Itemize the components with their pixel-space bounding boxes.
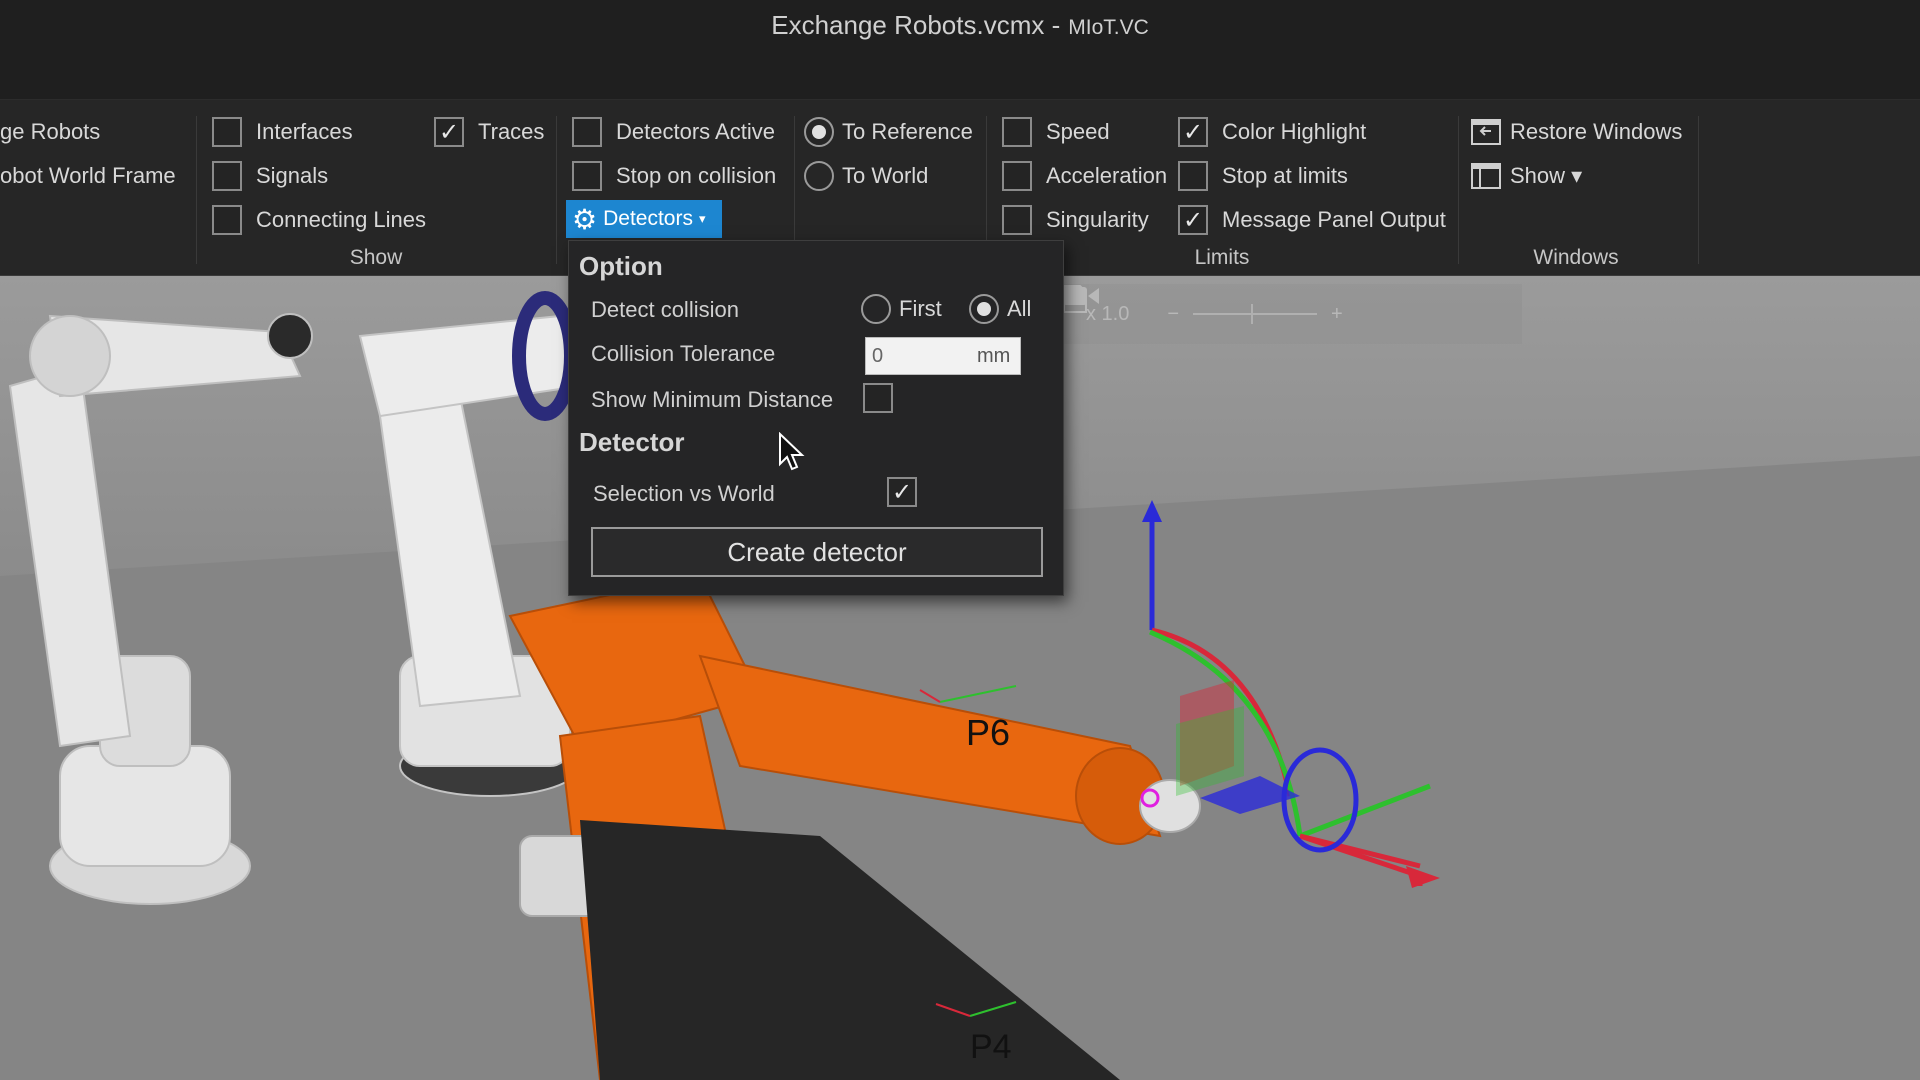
document-title: Exchange Robots.vcmx - — [771, 10, 1061, 40]
stop-on-collision-label: Stop on collision — [616, 163, 777, 188]
stop-at-limits-checkbox[interactable]: Stop at limits — [1178, 158, 1348, 194]
detector-heading: Detector — [579, 427, 685, 457]
connecting-lines-checkbox[interactable]: Connecting Lines — [212, 202, 426, 238]
traces-label: Traces — [478, 119, 545, 144]
ribbon-separator — [556, 116, 557, 264]
exchange-robots-item[interactable]: ge Robots — [0, 114, 100, 150]
zoom-slider-thumb[interactable] — [1251, 304, 1254, 324]
to-world-label: To World — [842, 163, 929, 188]
traces-checkbox[interactable]: ✓ Traces — [434, 114, 544, 150]
robot-world-frame-item[interactable]: obot World Frame — [0, 158, 176, 194]
stop-on-collision-checkbox[interactable]: Stop on collision — [572, 158, 776, 194]
zoom-in-button[interactable]: + — [1331, 303, 1343, 326]
signals-checkbox[interactable]: Signals — [212, 158, 328, 194]
signals-label: Signals — [256, 163, 329, 188]
detect-all-radio-dot[interactable] — [969, 294, 999, 324]
point-label-p6: P6 — [966, 712, 1011, 753]
app-name: MIoT.VC — [1068, 16, 1149, 39]
connecting-lines-label: Connecting Lines — [256, 207, 427, 232]
message-panel-output-checkbox[interactable]: ✓ Message Panel Output — [1178, 202, 1446, 238]
detectors-dropdown-button[interactable]: ⚙ Detectors ▾ — [566, 200, 722, 238]
interfaces-checkbox-box[interactable] — [212, 117, 242, 147]
speed-label: Speed — [1046, 119, 1110, 144]
option-heading: Option — [579, 251, 663, 281]
singularity-checkbox[interactable]: Singularity — [1002, 202, 1149, 238]
acceleration-label: Acceleration — [1046, 163, 1168, 188]
selection-vs-world-checkbox[interactable]: ✓ — [887, 477, 917, 507]
speed-checkbox[interactable]: Speed — [1002, 114, 1110, 150]
ribbon-separator — [196, 116, 197, 264]
detectors-active-label: Detectors Active — [616, 119, 775, 144]
message-panel-output-label: Message Panel Output — [1222, 207, 1446, 232]
show-windows-icon — [1470, 162, 1502, 190]
to-world-radio[interactable]: To World — [804, 158, 928, 194]
interfaces-checkbox[interactable]: Interfaces — [212, 114, 353, 150]
mouse-cursor-icon — [778, 431, 806, 477]
detect-first-radio[interactable]: First — [861, 291, 942, 327]
detect-first-radio-dot[interactable] — [861, 294, 891, 324]
detectors-popup: Option Detect collision First All Collis… — [568, 240, 1064, 596]
zoom-out-button[interactable]: − — [1167, 303, 1179, 326]
detectors-dropdown-label: Detectors — [603, 207, 693, 230]
message-panel-output-checkbox-box[interactable]: ✓ — [1178, 205, 1208, 235]
show-minimum-distance-checkbox[interactable] — [863, 383, 893, 413]
stop-on-collision-checkbox-box[interactable] — [572, 161, 602, 191]
restore-windows-label: Restore Windows — [1510, 119, 1683, 144]
ribbon-separator — [1698, 116, 1699, 264]
detect-all-label: All — [1007, 296, 1032, 321]
stop-at-limits-checkbox-box[interactable] — [1178, 161, 1208, 191]
detect-all-radio[interactable]: All — [969, 291, 1031, 327]
gear-icon: ⚙ — [572, 203, 598, 235]
detectors-active-checkbox[interactable]: Detectors Active — [572, 114, 775, 150]
chevron-down-icon: ▾ — [698, 211, 706, 226]
detect-collision-label: Detect collision — [591, 297, 739, 322]
ribbon-separator — [1458, 116, 1459, 264]
robot-world-frame-label: obot World Frame — [0, 163, 176, 188]
detectors-active-checkbox-box[interactable] — [572, 117, 602, 147]
color-highlight-checkbox-box[interactable]: ✓ — [1178, 117, 1208, 147]
color-highlight-label: Color Highlight — [1222, 119, 1367, 144]
show-group-label: Show — [349, 246, 403, 269]
window-title: Exchange Robots.vcmx - MIoT.VC — [0, 10, 1920, 41]
to-reference-label: To Reference — [842, 119, 973, 144]
zoom-slider[interactable] — [1193, 304, 1318, 324]
show-windows-label: Show ▾ — [1510, 163, 1583, 188]
acceleration-checkbox[interactable]: Acceleration — [1002, 158, 1167, 194]
singularity-label: Singularity — [1046, 207, 1149, 232]
selection-vs-world-label: Selection vs World — [593, 481, 775, 506]
point-label-p4: P4 — [970, 1028, 1012, 1066]
restore-windows-button[interactable]: Restore Windows — [1470, 114, 1682, 150]
color-highlight-checkbox[interactable]: ✓ Color Highlight — [1178, 114, 1366, 150]
singularity-checkbox-box[interactable] — [1002, 205, 1032, 235]
viewport-toolbar: x 1.0 − + — [1062, 284, 1522, 344]
limits-group-label: Limits — [1194, 246, 1250, 269]
acceleration-checkbox-box[interactable] — [1002, 161, 1032, 191]
stop-at-limits-label: Stop at limits — [1222, 163, 1348, 188]
speed-checkbox-box[interactable] — [1002, 117, 1032, 147]
interfaces-label: Interfaces — [256, 119, 353, 144]
show-windows-button[interactable]: Show ▾ — [1470, 158, 1582, 194]
create-detector-button[interactable]: Create detector — [591, 527, 1043, 577]
to-reference-radio-dot[interactable] — [804, 117, 834, 147]
restore-windows-icon — [1470, 118, 1502, 146]
detect-first-label: First — [899, 296, 942, 321]
connecting-lines-checkbox-box[interactable] — [212, 205, 242, 235]
to-world-radio-dot[interactable] — [804, 161, 834, 191]
exchange-robots-label: ge Robots — [0, 119, 101, 144]
windows-group-label: Windows — [1533, 246, 1619, 269]
collision-tolerance-unit: mm — [977, 345, 1011, 367]
traces-checkbox-box[interactable]: ✓ — [434, 117, 464, 147]
signals-checkbox-box[interactable] — [212, 161, 242, 191]
show-minimum-distance-label: Show Minimum Distance — [591, 387, 834, 412]
title-bar: Exchange Robots.vcmx - MIoT.VC — [0, 0, 1920, 100]
to-reference-radio[interactable]: To Reference — [804, 114, 973, 150]
collision-tolerance-label: Collision Tolerance — [591, 341, 776, 366]
